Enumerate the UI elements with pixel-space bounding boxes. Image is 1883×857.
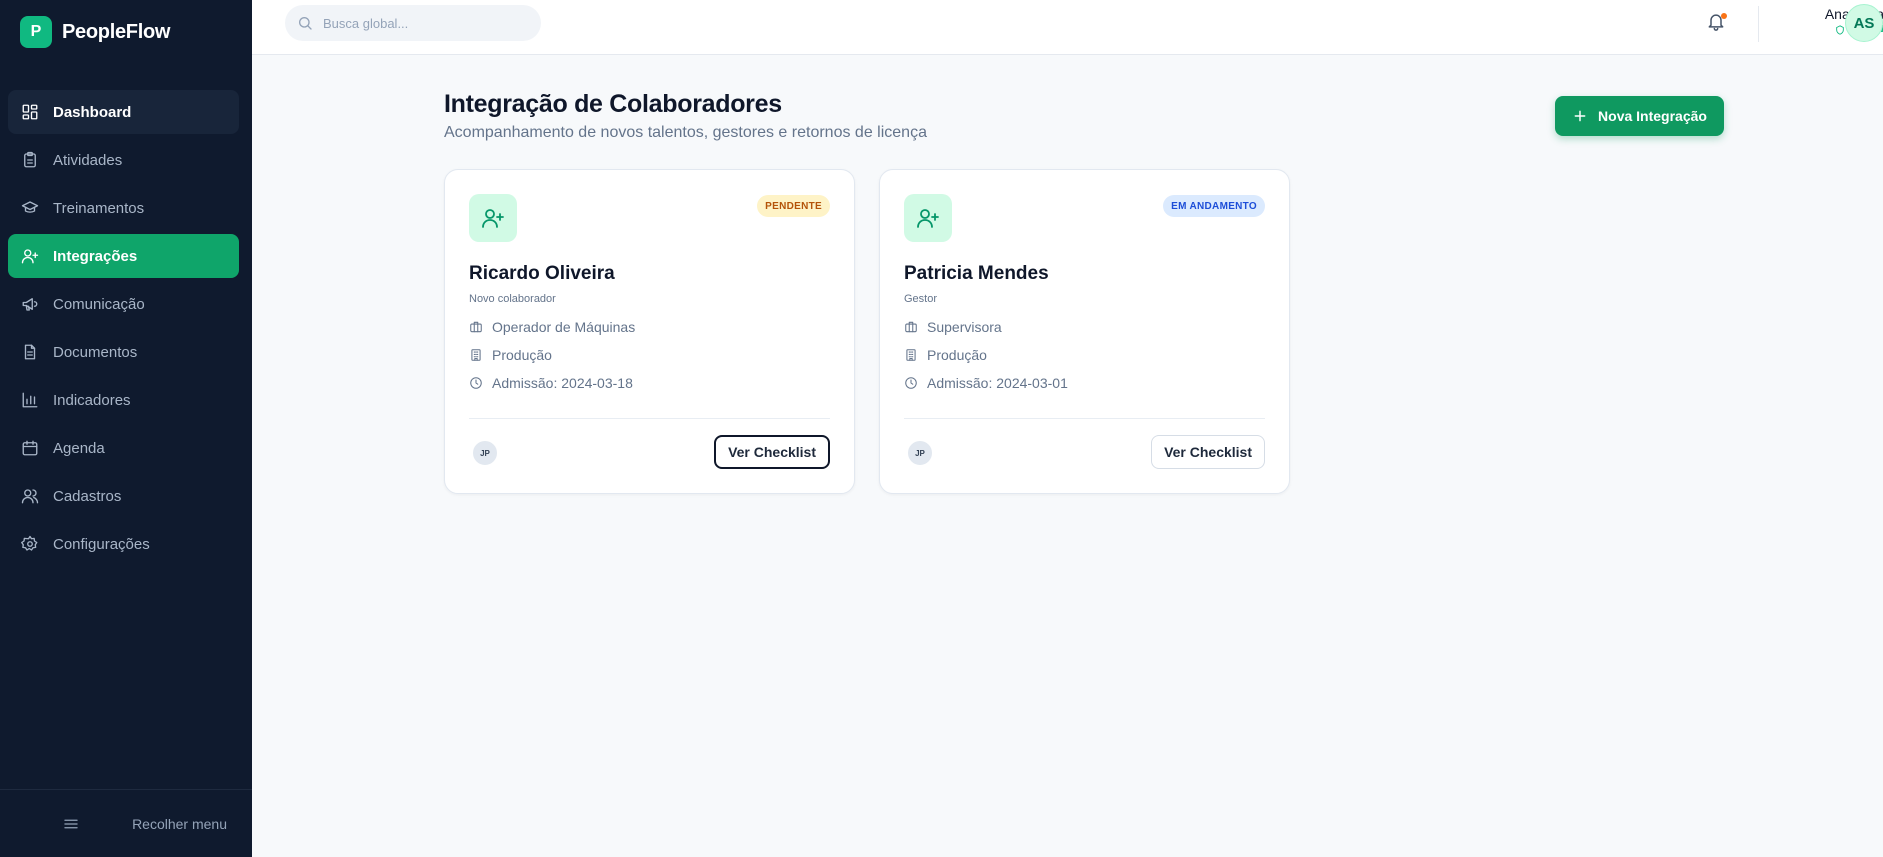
position-row: Operador de Máquinas bbox=[469, 319, 635, 335]
brand[interactable]: P PeopleFlow bbox=[20, 16, 170, 48]
sidebar-item-comunicacao[interactable]: Comunicação bbox=[8, 282, 239, 326]
plus-icon bbox=[1574, 110, 1586, 122]
sidebar-item-agenda[interactable]: Agenda bbox=[8, 426, 239, 470]
clock-icon bbox=[470, 377, 482, 389]
responsible-avatar: JP bbox=[471, 439, 499, 467]
clock-icon bbox=[905, 377, 917, 389]
sidebar-item-label: Treinamentos bbox=[53, 199, 145, 217]
user-plus-icon bbox=[482, 209, 504, 228]
sidebar-item-label: Integrações bbox=[53, 247, 138, 265]
sidebar-item-configuracoes[interactable]: Configurações bbox=[8, 522, 239, 566]
department-label: Produção bbox=[927, 347, 987, 363]
menu-icon bbox=[64, 819, 78, 828]
admission-row: Admissão: 2024-03-18 bbox=[469, 375, 633, 391]
file-icon bbox=[24, 344, 36, 360]
topbar: Ana Silva ADMIN AS bbox=[252, 0, 1883, 55]
page-subtitle: Acompanhamento de novos talentos, gestor… bbox=[444, 124, 927, 141]
new-integration-button[interactable]: Nova Integração bbox=[1555, 96, 1724, 136]
briefcase-icon bbox=[905, 321, 917, 333]
user-plus-icon bbox=[21, 249, 39, 264]
status-badge: EM ANDAMENTO bbox=[1163, 195, 1265, 217]
sidebar-item-label: Configurações bbox=[53, 535, 150, 553]
integration-card: PENDENTE Ricardo Oliveira Novo colaborad… bbox=[444, 169, 855, 494]
admission-row: Admissão: 2024-03-01 bbox=[904, 375, 1068, 391]
card-icon bbox=[469, 194, 517, 242]
position-label: Supervisora bbox=[927, 319, 1002, 335]
responsible-avatar: JP bbox=[906, 439, 934, 467]
status-badge: PENDENTE bbox=[757, 195, 830, 217]
card-divider bbox=[904, 418, 1265, 419]
brand-name: PeopleFlow bbox=[62, 20, 171, 43]
employee-type: Gestor bbox=[904, 293, 938, 305]
shield-icon bbox=[1836, 24, 1845, 35]
brand-logo: P bbox=[20, 16, 52, 48]
sidebar-item-atividades[interactable]: Atividades bbox=[8, 138, 239, 182]
department-row: Produção bbox=[904, 347, 987, 363]
view-checklist-button[interactable]: Ver Checklist bbox=[714, 435, 830, 469]
sidebar-item-label: Indicadores bbox=[53, 391, 131, 409]
search-input[interactable] bbox=[323, 15, 523, 31]
sidebar-item-documentos[interactable]: Documentos bbox=[8, 330, 239, 374]
department-label: Produção bbox=[492, 347, 552, 363]
global-search[interactable] bbox=[285, 5, 541, 41]
sidebar-item-label: Comunicação bbox=[53, 295, 145, 313]
collapse-menu-button[interactable]: Recolher menu bbox=[0, 789, 252, 857]
topbar-divider bbox=[1758, 6, 1759, 42]
search-icon bbox=[299, 17, 312, 30]
users-icon bbox=[21, 489, 39, 504]
collapse-menu-label: Recolher menu bbox=[132, 815, 227, 832]
notification-dot bbox=[1721, 13, 1727, 19]
card-icon bbox=[904, 194, 952, 242]
building-icon bbox=[471, 349, 481, 361]
employee-name: Ricardo Oliveira bbox=[469, 263, 615, 284]
graduation-cap-icon bbox=[21, 201, 39, 213]
avatar[interactable]: AS bbox=[1845, 4, 1883, 42]
calendar-icon bbox=[22, 440, 38, 456]
sidebar-item-label: Documentos bbox=[53, 343, 138, 361]
grid-icon bbox=[22, 104, 38, 120]
sidebar-item-label: Dashboard bbox=[53, 103, 132, 121]
card-divider bbox=[469, 418, 830, 419]
page-title: Integração de Colaboradores bbox=[444, 90, 782, 118]
employee-name: Patricia Mendes bbox=[904, 263, 1049, 284]
sidebar-item-label: Cadastros bbox=[53, 487, 122, 505]
sidebar-item-label: Agenda bbox=[53, 439, 105, 457]
sidebar-item-cadastros[interactable]: Cadastros bbox=[8, 474, 239, 518]
megaphone-icon bbox=[22, 298, 38, 311]
sidebar-item-dashboard[interactable]: Dashboard bbox=[8, 90, 239, 134]
sidebar-item-indicadores[interactable]: Indicadores bbox=[8, 378, 239, 422]
clipboard-icon bbox=[24, 151, 36, 168]
sidebar-nav: Dashboard Atividades Treinamentos Integr… bbox=[8, 90, 239, 570]
integration-card: EM ANDAMENTO Patricia Mendes Gestor Supe… bbox=[879, 169, 1290, 494]
sidebar-item-integracoes[interactable]: Integrações bbox=[8, 234, 239, 278]
sidebar: P PeopleFlow Dashboard Atividades Treina… bbox=[0, 0, 252, 857]
user-plus-icon bbox=[917, 209, 939, 228]
admission-label: Admissão: 2024-03-01 bbox=[927, 375, 1068, 391]
gear-icon bbox=[21, 535, 38, 551]
briefcase-icon bbox=[470, 321, 482, 333]
admission-label: Admissão: 2024-03-18 bbox=[492, 375, 633, 391]
department-row: Produção bbox=[469, 347, 552, 363]
position-label: Operador de Máquinas bbox=[492, 319, 636, 335]
building-icon bbox=[906, 349, 916, 361]
sidebar-item-label: Atividades bbox=[53, 151, 123, 169]
bar-chart-icon bbox=[22, 392, 38, 408]
view-checklist-button[interactable]: Ver Checklist bbox=[1151, 435, 1265, 469]
sidebar-item-treinamentos[interactable]: Treinamentos bbox=[8, 186, 239, 230]
new-integration-label: Nova Integração bbox=[1598, 108, 1707, 124]
position-row: Supervisora bbox=[904, 319, 1002, 335]
notifications-button[interactable] bbox=[1706, 11, 1730, 35]
employee-type: Novo colaborador bbox=[469, 293, 556, 305]
